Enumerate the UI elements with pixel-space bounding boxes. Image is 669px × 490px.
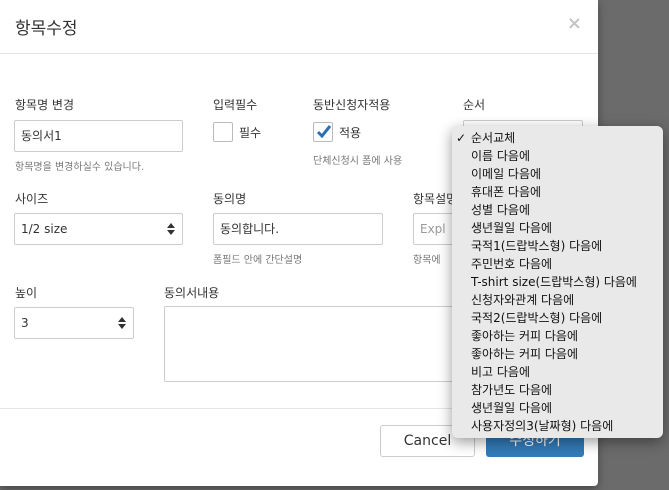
option-label: 비고 다음에	[471, 365, 531, 379]
required-checkbox-label: 필수	[239, 126, 262, 140]
item-desc-label: 항목설명	[413, 192, 458, 206]
size-select[interactable]: 1/2 size	[14, 213, 183, 245]
companion-help: 단체신청시 폼에 사용	[313, 156, 403, 167]
agree-name-input[interactable]: 동의합니다.	[213, 213, 383, 245]
option-label: 이메일 다음에	[471, 167, 542, 181]
option-label: 순서교체	[471, 131, 516, 145]
option-label: 신청자와관계 다음에	[471, 293, 575, 307]
height-select-value: 3	[21, 316, 29, 330]
updown-arrow-icon	[167, 223, 175, 235]
height-select[interactable]: 3	[14, 307, 134, 339]
dropdown-option[interactable]: 국적2(드랍박스형) 다음에	[452, 309, 663, 327]
dropdown-option[interactable]: 신청자와관계 다음에	[452, 291, 663, 309]
dropdown-option[interactable]: 이름 다음에	[452, 147, 663, 165]
agree-name-help: 폼필드 안에 간단설명	[213, 255, 303, 266]
order-label: 순서	[463, 98, 486, 112]
item-desc-help: 항목에	[413, 255, 441, 266]
dropdown-option[interactable]: 좋아하는 커피 다음에	[452, 345, 663, 363]
required-label: 입력필수	[213, 98, 258, 112]
agree-content-label: 동의서내용	[164, 286, 220, 300]
option-label: 성별 다음에	[471, 203, 531, 217]
dropdown-option[interactable]: 이메일 다음에	[452, 165, 663, 183]
dropdown-option[interactable]: 좋아하는 커피 다음에	[452, 327, 663, 345]
dropdown-option[interactable]: T-shirt size(드랍박스형) 다음에	[452, 273, 663, 291]
dropdown-option[interactable]: 생년월일 다음에	[452, 219, 663, 237]
option-label: 생년월일 다음에	[471, 221, 553, 235]
option-label: 좋아하는 커피 다음에	[471, 347, 578, 361]
option-label: 휴대폰 다음에	[471, 185, 542, 199]
dropdown-option[interactable]: 참가년도 다음에	[452, 381, 663, 399]
height-label: 높이	[15, 286, 38, 300]
item-name-label: 항목명 변경	[15, 98, 75, 112]
checkmark-icon: ✓	[456, 131, 467, 145]
option-label: 사용자정의3(날짜형) 다음에	[471, 419, 614, 433]
item-name-help: 항목명을 변경하실수 있습니다.	[15, 162, 145, 173]
agree-name-label: 동의명	[213, 192, 247, 206]
companion-checkbox-label: 적용	[339, 126, 362, 140]
modal-header: 항목수정 ×	[0, 0, 598, 54]
required-checkbox[interactable]	[213, 122, 233, 142]
companion-checkbox[interactable]	[313, 122, 333, 142]
option-label: 좋아하는 커피 다음에	[471, 329, 578, 343]
dropdown-option[interactable]: 사용자정의3(날짜형) 다음에	[452, 417, 663, 435]
size-label: 사이즈	[15, 192, 49, 206]
dropdown-option[interactable]: 성별 다음에	[452, 201, 663, 219]
companion-label: 동반신청자적용	[313, 98, 391, 112]
close-icon[interactable]: ×	[567, 13, 582, 34]
updown-arrow-icon	[118, 317, 126, 329]
option-label: 생년월일 다음에	[471, 401, 553, 415]
option-label: 주민번호 다음에	[471, 257, 553, 271]
option-label: T-shirt size(드랍박스형) 다음에	[471, 275, 637, 289]
option-label: 국적2(드랍박스형) 다음에	[471, 311, 603, 325]
dropdown-option[interactable]: 국적1(드랍박스형) 다음에	[452, 237, 663, 255]
checkmark-icon	[316, 125, 332, 139]
dropdown-option[interactable]: 휴대폰 다음에	[452, 183, 663, 201]
dropdown-option[interactable]: 생년월일 다음에	[452, 399, 663, 417]
size-select-value: 1/2 size	[21, 222, 68, 236]
option-label: 이름 다음에	[471, 149, 531, 163]
modal-title: 항목수정	[15, 19, 78, 39]
option-label: 참가년도 다음에	[471, 383, 553, 397]
order-dropdown-menu: ✓ 순서교체 이름 다음에 이메일 다음에 휴대폰 다음에 성별 다음에 생년월일…	[452, 126, 663, 438]
dropdown-option[interactable]: 비고 다음에	[452, 363, 663, 381]
option-label: 국적1(드랍박스형) 다음에	[471, 239, 603, 253]
item-name-input[interactable]: 동의서1	[14, 120, 183, 152]
dropdown-option[interactable]: 주민번호 다음에	[452, 255, 663, 273]
dropdown-option[interactable]: ✓ 순서교체	[452, 129, 663, 147]
